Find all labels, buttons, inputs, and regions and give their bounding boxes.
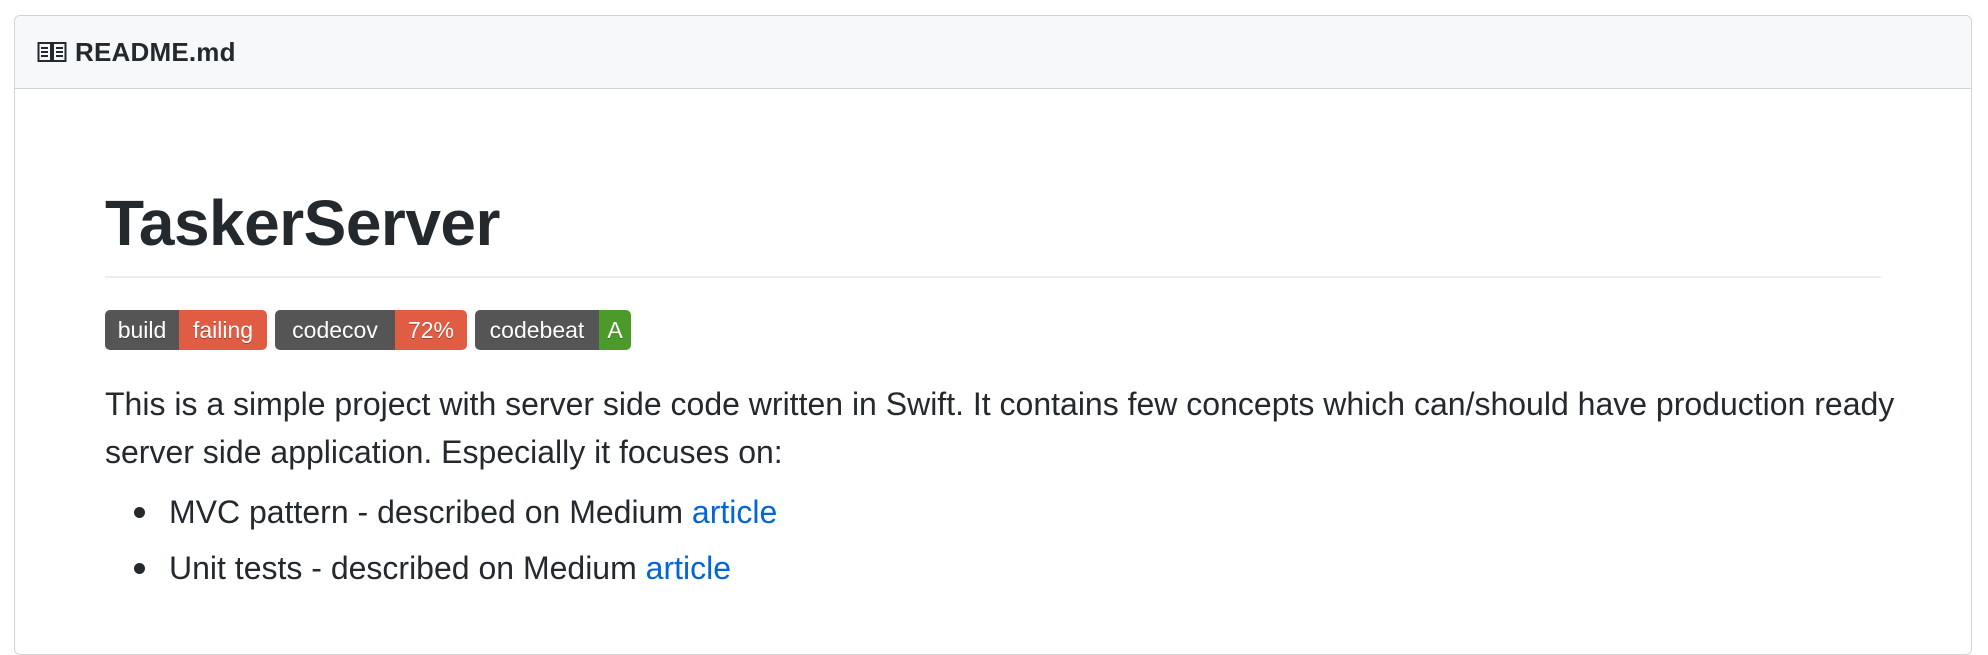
- badge-value: A: [599, 310, 631, 350]
- list-item-text: MVC pattern - described on Medium: [169, 494, 692, 530]
- readme-header: README.md: [15, 16, 1971, 89]
- list-item: Unit tests - described on Medium article: [105, 548, 1881, 588]
- build-status-badge[interactable]: build failing: [105, 310, 267, 350]
- readme-container: README.md TaskerServer build failing cod…: [14, 15, 1972, 655]
- bullet-icon: [134, 563, 145, 574]
- bullet-icon: [134, 507, 145, 518]
- feature-list: MVC pattern - described on Medium articl…: [105, 492, 1881, 588]
- article-link[interactable]: article: [692, 494, 777, 530]
- badge-row: build failing codecov 72% codebeat A: [105, 310, 1881, 350]
- list-item: MVC pattern - described on Medium articl…: [105, 492, 1881, 532]
- list-item-text: Unit tests - described on Medium: [169, 550, 646, 586]
- codebeat-badge[interactable]: codebeat A: [475, 310, 631, 350]
- badge-value: 72%: [395, 310, 467, 350]
- book-icon: [37, 40, 67, 64]
- title-divider: [105, 276, 1881, 278]
- article-link[interactable]: article: [646, 550, 731, 586]
- readme-filename[interactable]: README.md: [75, 37, 236, 68]
- codecov-badge[interactable]: codecov 72%: [275, 310, 467, 350]
- badge-label: codecov: [275, 310, 395, 350]
- page-title: TaskerServer: [105, 187, 500, 259]
- badge-label: codebeat: [475, 310, 599, 350]
- intro-paragraph: This is a simple project with server sid…: [105, 386, 1895, 470]
- badge-value: failing: [179, 310, 267, 350]
- readme-body: TaskerServer build failing codecov 72% c…: [15, 89, 1971, 588]
- badge-label: build: [105, 310, 179, 350]
